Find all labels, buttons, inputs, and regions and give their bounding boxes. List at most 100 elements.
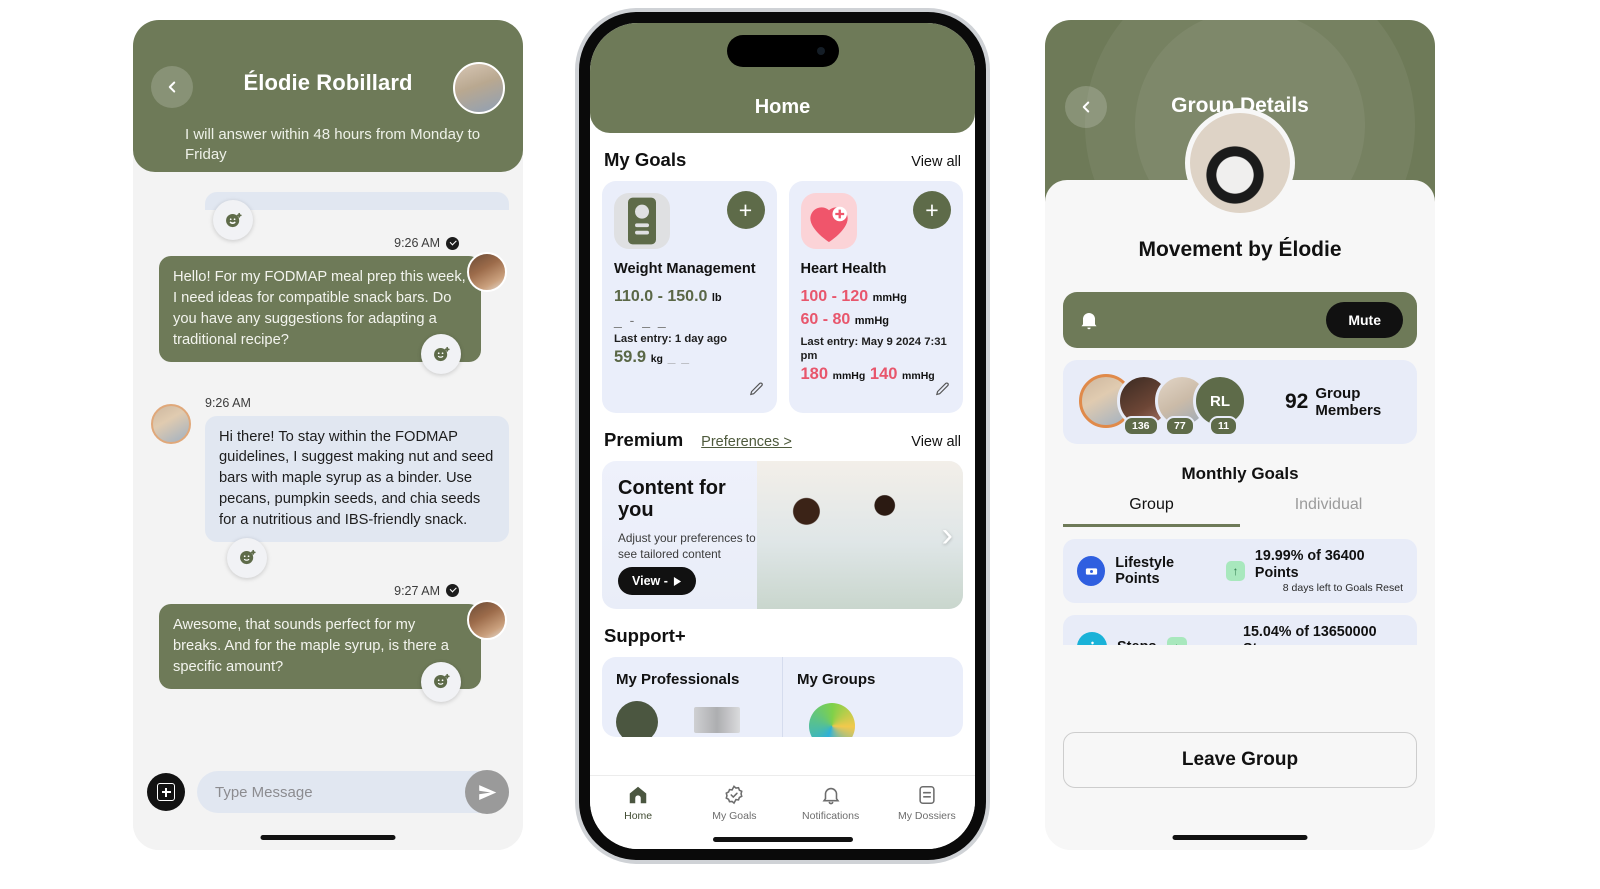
emoji-reaction-button[interactable] — [421, 661, 461, 702]
chat-header: Élodie Robillard I will answer within 48… — [133, 20, 523, 172]
edit-goal-button[interactable] — [934, 381, 951, 403]
leave-group-button[interactable]: Leave Group — [1063, 732, 1417, 788]
chat-message-list[interactable]: 9:26 AM Hello! For my FODMAP meal prep t… — [133, 172, 523, 850]
message-time: 9:26 AM — [205, 395, 251, 410]
group-members-row[interactable]: RL 136 77 11 92 Group Members — [1063, 360, 1417, 444]
goal-name: Weight Management — [614, 261, 756, 277]
group-sheet: Movement by Élodie Mute RL 136 77 11 92 … — [1045, 108, 1435, 850]
edit-goal-button[interactable] — [748, 381, 765, 403]
emoji-reaction-button[interactable] — [227, 537, 267, 578]
send-icon — [478, 784, 496, 800]
premium-card-photo — [757, 461, 963, 609]
tab-notifications[interactable]: Notifications — [783, 784, 879, 822]
support-column-title: My Professionals — [616, 671, 740, 688]
member-badge: 136 — [1123, 416, 1159, 436]
tab-my-goals[interactable]: My Goals — [686, 784, 782, 822]
goal-value2-unit: mmHg — [902, 370, 935, 383]
mute-button[interactable]: Mute — [1326, 302, 1403, 338]
group-avatar — [809, 703, 855, 737]
goal-icon-wrap — [800, 193, 857, 249]
view-all-premium-link[interactable]: View all — [911, 434, 961, 450]
premium-content-card[interactable]: Content for you Adjust your preferences … — [602, 461, 963, 609]
preferences-link[interactable]: Preferences > — [701, 434, 792, 450]
goal-card-weight[interactable]: + Weight Management 110.0 - 150.0 lb _ -… — [602, 181, 777, 413]
send-button[interactable] — [465, 770, 509, 814]
message-row-outgoing-2: 9:27 AM Awesome, that sounds perfect for… — [147, 583, 509, 702]
phone-screen: Home My Goals View all + Weight Manageme… — [590, 23, 975, 849]
home-indicator — [1172, 835, 1308, 840]
read-check-icon — [446, 236, 459, 250]
message-bubble: Hi there! To stay within the FODMAP guid… — [205, 415, 509, 542]
home-icon — [629, 786, 647, 804]
goal-name: Steps — [1117, 639, 1157, 645]
emoji-reaction-button[interactable] — [421, 334, 461, 374]
goal-value: 180 — [800, 365, 829, 384]
tab-group[interactable]: Group — [1063, 496, 1240, 527]
goal-value-trailing: _ _ — [667, 349, 691, 366]
add-heart-entry-button[interactable]: + — [913, 191, 951, 229]
message-input[interactable]: Type Message — [197, 771, 509, 813]
home-content[interactable]: My Goals View all + Weight Management 11… — [590, 133, 975, 775]
heart-plus-icon — [809, 206, 848, 242]
emoji-reaction-button[interactable] — [213, 200, 253, 240]
attach-button[interactable] — [147, 773, 185, 811]
avatar — [467, 252, 507, 292]
member-badge: 11 — [1209, 416, 1239, 436]
goal-range-systolic: 100 - 120 mmHg — [801, 288, 952, 306]
goal-row-lifestyle-points[interactable]: Lifestyle Points ↑ 19.99% of 36400 Point… — [1063, 539, 1417, 603]
walking-icon — [1077, 632, 1107, 645]
tab-my-dossiers[interactable]: My Dossiers — [879, 784, 975, 822]
badge-check-icon — [725, 785, 743, 805]
goal-latest-value: 59.9 kg _ _ — [614, 348, 765, 367]
goal-progress: 15.04% of 13650000 Steps — [1243, 623, 1377, 645]
premium-view-label: View - — [632, 574, 668, 588]
goal-name: Heart Health — [800, 261, 887, 277]
tab-home[interactable]: Home — [590, 784, 686, 822]
goal-latest-values: 180 mmHg 140 mmHg — [801, 365, 952, 384]
lifestyle-points-icon — [1077, 556, 1106, 586]
section-title: My Goals — [604, 149, 687, 170]
goal-last-entry: Last entry: 1 day ago — [614, 333, 728, 345]
premium-card-title: Content for you — [618, 477, 726, 522]
message-row-incoming-1: 9:26 AM Hi there! To stay within the FOD… — [147, 396, 509, 578]
goal-progress-block: 15.04% of 13650000 Steps 8 days left to … — [1243, 624, 1403, 645]
next-premium-card-button[interactable]: › — [942, 518, 953, 552]
read-check-icon — [446, 584, 459, 598]
support-column-professionals[interactable]: My Professionals — [602, 657, 782, 737]
goal-progress-block: 19.99% of 36400 Points 8 days left to Go… — [1255, 548, 1403, 594]
support-column-title: My Groups — [797, 671, 876, 688]
section-title: Support+ — [604, 625, 686, 646]
availability-note: I will answer within 48 hours from Monda… — [185, 126, 481, 164]
emoji-plus-icon — [239, 549, 256, 565]
member-avatar-stack: RL 136 77 11 — [1079, 374, 1269, 436]
pencil-icon — [749, 382, 763, 396]
goal-range-unit: lb — [711, 292, 722, 304]
emoji-plus-icon — [433, 346, 450, 361]
goal-value-unit: mmHg — [832, 370, 866, 383]
goal-range-unit: mmHg — [872, 292, 907, 304]
goal-row-steps[interactable]: Steps ↑ 15.04% of 13650000 Steps 8 days … — [1063, 615, 1417, 645]
group-details-phone: Group Details Movement by Élodie Mute RL… — [1045, 20, 1435, 850]
premium-view-button[interactable]: View - — [618, 567, 696, 595]
tab-individual[interactable]: Individual — [1240, 496, 1417, 527]
support-column-groups[interactable]: My Groups — [782, 657, 963, 737]
premium-card-text: Content for you Adjust your preferences … — [602, 461, 772, 609]
goal-value2: 140 — [869, 365, 898, 384]
message-time: 9:27 AM — [394, 583, 440, 598]
goal-range2-value: 60 - 80 — [800, 311, 851, 328]
add-weight-entry-button[interactable]: + — [726, 191, 765, 229]
goal-name: Lifestyle Points — [1115, 555, 1175, 587]
professional-avatar — [616, 701, 658, 737]
plus-icon — [157, 783, 175, 801]
message-meta: 9:26 AM — [147, 396, 509, 410]
contact-avatar[interactable] — [453, 62, 505, 114]
goal-card-heart[interactable]: + Heart Health 100 - 120 mmHg 60 - 80 mm… — [788, 181, 963, 413]
group-goals-list[interactable]: Lifestyle Points ↑ 19.99% of 36400 Point… — [1063, 527, 1417, 645]
phone-bezel: Home My Goals View all + Weight Manageme… — [579, 12, 986, 860]
view-all-goals-link[interactable]: View all — [911, 154, 961, 170]
goal-value-unit: kg — [650, 353, 663, 366]
member-badge: 77 — [1165, 416, 1195, 436]
support-grid: My Professionals My Groups — [602, 657, 963, 737]
tab-label: Home — [624, 810, 653, 822]
pedestrian-icon — [1090, 641, 1094, 645]
